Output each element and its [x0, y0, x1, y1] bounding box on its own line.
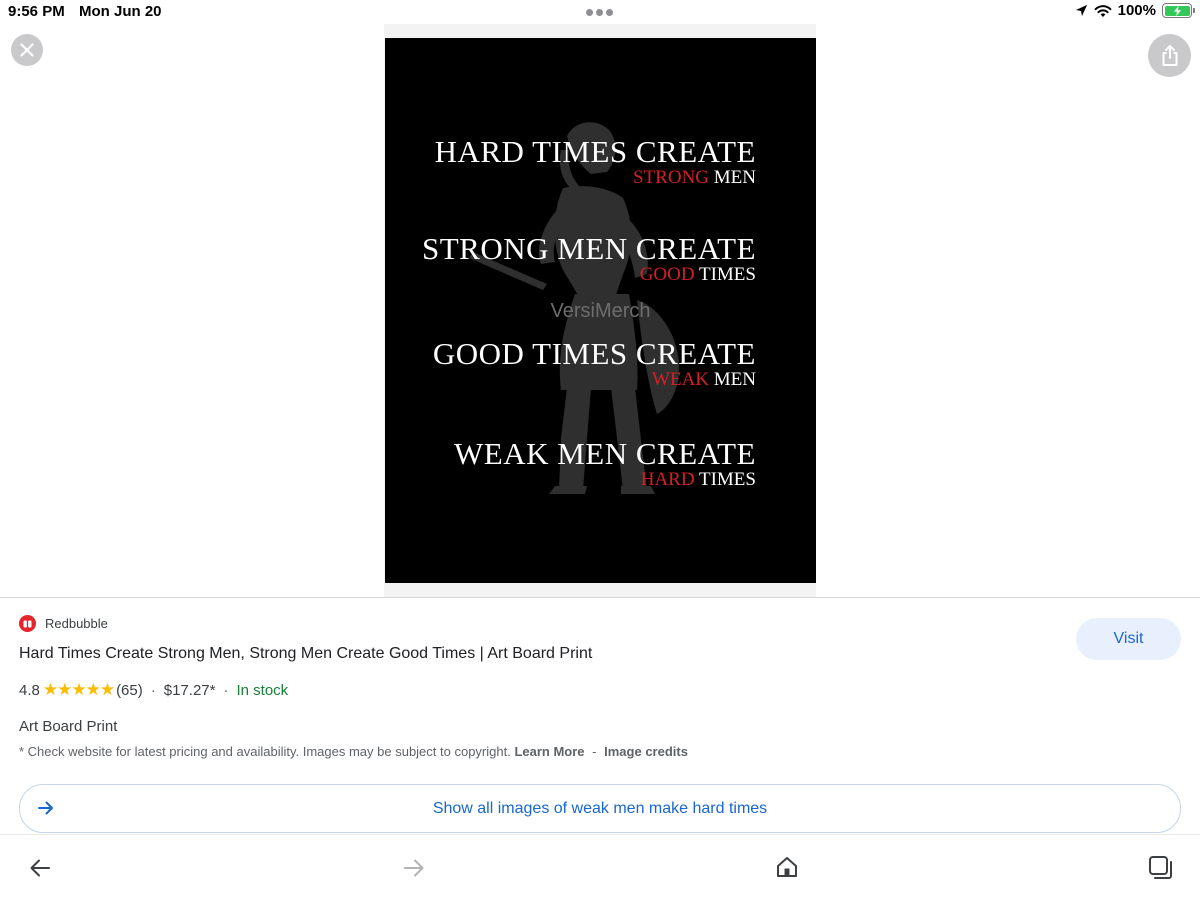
separator: - — [592, 744, 597, 759]
poster-quote-line-4: WEAK MEN CREATE HARD TIMES — [454, 438, 756, 490]
status-time: 9:56 PM — [8, 3, 65, 20]
divider — [0, 597, 1200, 598]
poster-quote-rest: MEN — [709, 369, 756, 390]
poster-quote-heading: GOOD TIMES CREATE — [432, 336, 756, 371]
availability: In stock — [236, 681, 289, 699]
show-all-images-button[interactable]: Show all images of weak men make hard ti… — [19, 784, 1181, 833]
separator: · — [223, 681, 229, 699]
price: $17.27* — [163, 681, 216, 699]
location-arrow-icon — [1075, 4, 1087, 17]
rating-value: 4.8 — [19, 681, 40, 699]
bottom-toolbar — [0, 834, 1200, 900]
image-credits-link[interactable]: Image credits — [604, 744, 688, 759]
source-site[interactable]: Redbubble — [19, 615, 108, 632]
close-icon — [20, 43, 34, 57]
poster-quote-heading: WEAK MEN CREATE — [454, 436, 756, 471]
poster-quote-rest: TIMES — [694, 264, 756, 285]
poster-quote-red-word: HARD — [640, 469, 695, 490]
visit-button[interactable]: Visit — [1076, 618, 1181, 660]
multitasking-dots-icon[interactable] — [586, 9, 613, 16]
poster-quote-heading: STRONG MEN CREATE — [421, 231, 756, 266]
watermark: VersiMerch — [550, 300, 651, 322]
share-button[interactable] — [1148, 34, 1191, 77]
separator: · — [150, 681, 156, 699]
close-button[interactable] — [11, 34, 43, 66]
rating-row: 4.8 ★★★★★ (65) · $17.27* · In stock — [19, 680, 288, 700]
source-name: Redbubble — [45, 616, 108, 631]
show-all-images-label: Show all images of weak men make hard ti… — [432, 800, 768, 817]
product-type: Art Board Print — [19, 718, 118, 735]
back-arrow-icon[interactable] — [28, 857, 52, 879]
learn-more-link[interactable]: Learn More — [514, 744, 584, 759]
poster-quote-red-word: STRONG — [633, 167, 710, 188]
redbubble-logo-icon — [19, 615, 36, 632]
battery-icon — [1162, 3, 1195, 18]
wifi-icon — [1094, 4, 1112, 17]
poster-quote-red-word: WEAK — [652, 369, 710, 390]
poster-quote-heading: HARD TIMES CREATE — [434, 134, 756, 169]
poster-quote-rest: TIMES — [694, 469, 756, 490]
disclaimer: * Check website for latest pricing and a… — [19, 744, 688, 759]
status-date: Mon Jun 20 — [79, 3, 162, 20]
poster-quote-red-word: GOOD — [639, 264, 695, 285]
battery-percentage: 100% — [1117, 2, 1156, 19]
status-indicators: 100% — [1075, 2, 1195, 19]
poster-quote-rest: MEN — [709, 167, 756, 188]
poster-quote-line-3: GOOD TIMES CREATE WEAK MEN — [433, 338, 756, 390]
poster-quote-line-1: HARD TIMES CREATE STRONG MEN — [435, 136, 756, 188]
tabs-icon[interactable] — [1148, 855, 1174, 881]
share-icon — [1162, 44, 1177, 66]
status-bar: 9:56 PM Mon Jun 20 100% — [0, 0, 1200, 24]
product-title[interactable]: Hard Times Create Strong Men, Strong Men… — [19, 645, 592, 663]
poster-image[interactable]: HARD TIMES CREATE STRONG MEN STRONG MEN … — [385, 38, 816, 583]
star-rating-icon: ★★★★★ — [42, 680, 115, 699]
forward-arrow-icon[interactable] — [402, 857, 426, 879]
home-icon[interactable] — [775, 855, 799, 879]
disclaimer-text: * Check website for latest pricing and a… — [19, 744, 511, 759]
poster-quote-line-2: STRONG MEN CREATE GOOD TIMES — [422, 233, 756, 285]
review-count: (65) — [116, 681, 143, 699]
